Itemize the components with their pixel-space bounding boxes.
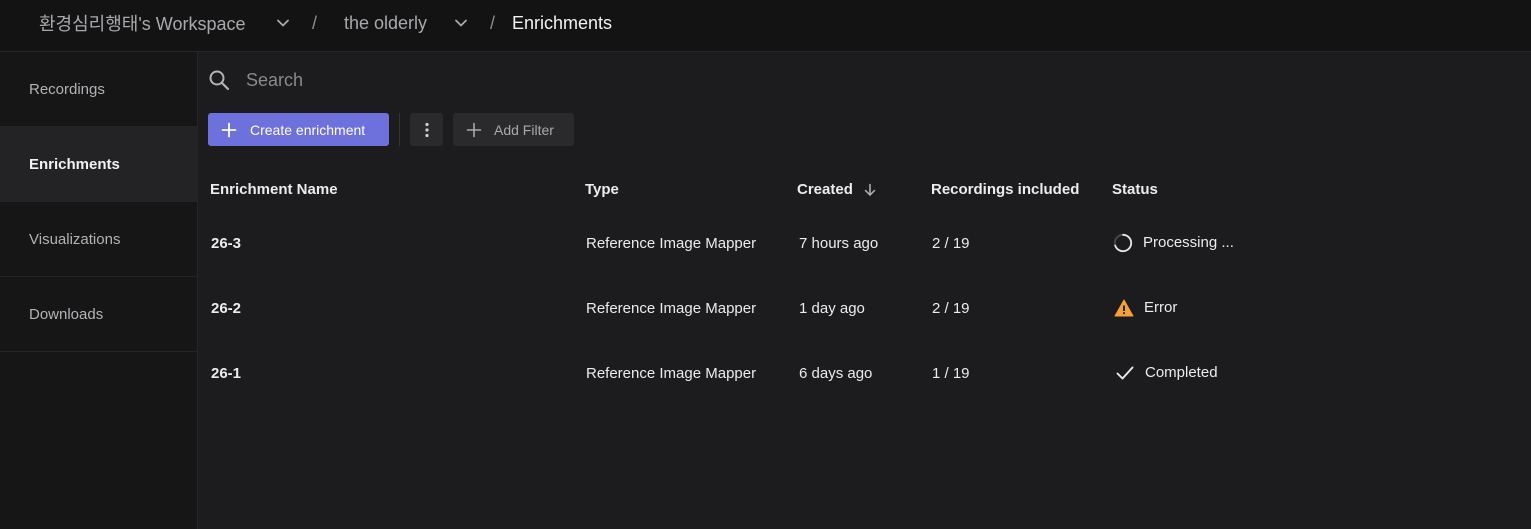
enrichment-status-label: Processing ... bbox=[1143, 234, 1234, 251]
sidebar-item-visualizations[interactable]: Visualizations bbox=[0, 202, 197, 277]
enrichment-status: Error bbox=[1114, 275, 1177, 340]
enrichment-recordings: 2 / 19 bbox=[932, 235, 970, 252]
create-enrichment-label: Create enrichment bbox=[250, 121, 366, 138]
toolbar-divider bbox=[399, 113, 400, 146]
chevron-down-icon[interactable] bbox=[274, 14, 292, 32]
breadcrumb-separator: / bbox=[312, 12, 318, 33]
column-header-type[interactable]: Type bbox=[585, 181, 619, 198]
warning-icon bbox=[1114, 299, 1134, 316]
column-header-created[interactable]: Created bbox=[797, 181, 877, 198]
plus-icon bbox=[221, 122, 237, 137]
search-bar bbox=[208, 66, 808, 94]
create-enrichment-button[interactable]: Create enrichment bbox=[208, 113, 389, 146]
arrow-down-icon[interactable] bbox=[863, 183, 877, 197]
check-icon bbox=[1116, 366, 1134, 379]
breadcrumb-current: Enrichments bbox=[512, 12, 613, 33]
enrichment-status: Completed bbox=[1115, 340, 1218, 405]
add-filter-label: Add Filter bbox=[494, 121, 554, 138]
sidebar-item-downloads[interactable]: Downloads bbox=[0, 277, 197, 352]
table-row[interactable]: 26-3 Reference Image Mapper 7 hours ago … bbox=[198, 211, 1531, 276]
sidebar-item-enrichments[interactable]: Enrichments bbox=[0, 127, 197, 202]
more-options-button[interactable] bbox=[410, 113, 443, 146]
enrichment-type: Reference Image Mapper bbox=[586, 365, 757, 382]
enrichment-status-label: Completed bbox=[1145, 364, 1218, 381]
enrichment-name: 26-1 bbox=[211, 365, 242, 382]
breadcrumb-project[interactable]: the olderly bbox=[344, 0, 427, 46]
enrichment-created: 1 day ago bbox=[799, 300, 865, 317]
top-bar: 환경심리행태's Workspace / the olderly / Enric… bbox=[0, 0, 1531, 52]
search-icon bbox=[209, 70, 230, 91]
enrichment-name: 26-3 bbox=[211, 235, 242, 252]
enrichment-type: Reference Image Mapper bbox=[586, 300, 757, 317]
enrichment-created: 7 hours ago bbox=[799, 235, 879, 252]
column-header-created-label: Created bbox=[797, 181, 853, 198]
breadcrumb-workspace[interactable]: 환경심리행태's Workspace bbox=[39, 0, 246, 46]
enrichment-created: 6 days ago bbox=[799, 365, 873, 382]
column-header-recordings[interactable]: Recordings included bbox=[931, 181, 1079, 198]
breadcrumb-separator: / bbox=[490, 12, 496, 33]
enrichment-name: 26-2 bbox=[211, 300, 242, 317]
plus-icon bbox=[466, 122, 482, 137]
enrichment-status-label: Error bbox=[1144, 299, 1178, 316]
sidebar-item-recordings[interactable]: Recordings bbox=[0, 52, 197, 127]
table-row[interactable]: 26-2 Reference Image Mapper 1 day ago 2 … bbox=[198, 276, 1531, 341]
column-header-name[interactable]: Enrichment Name bbox=[210, 181, 338, 198]
spinner-icon bbox=[1113, 233, 1133, 252]
enrichment-status: Processing ... bbox=[1113, 210, 1234, 275]
enrichment-recordings: 2 / 19 bbox=[932, 300, 970, 317]
sidebar: Recordings Enrichments Visualizations Do… bbox=[0, 52, 198, 529]
enrichment-recordings: 1 / 19 bbox=[932, 365, 970, 382]
add-filter-button[interactable]: Add Filter bbox=[453, 113, 574, 146]
chevron-down-icon[interactable] bbox=[452, 14, 470, 32]
column-header-status[interactable]: Status bbox=[1112, 181, 1158, 198]
search-input[interactable] bbox=[244, 68, 644, 92]
main-content: Create enrichment Add Filter Enrichment … bbox=[198, 52, 1531, 529]
table-row[interactable]: 26-1 Reference Image Mapper 6 days ago 1… bbox=[198, 341, 1531, 406]
enrichment-type: Reference Image Mapper bbox=[586, 235, 757, 252]
more-vertical-icon bbox=[424, 122, 429, 137]
